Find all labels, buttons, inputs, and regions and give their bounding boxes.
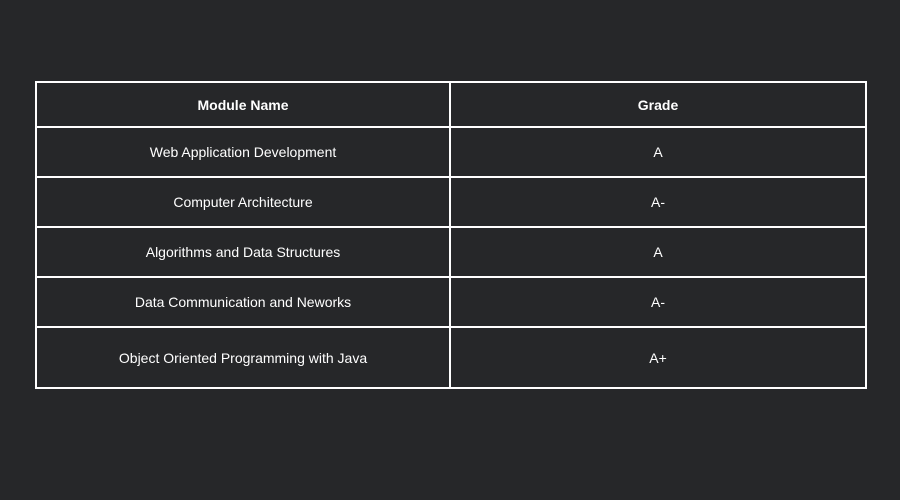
grade-cell: A <box>449 126 867 178</box>
module-name-cell: Algorithms and Data Structures <box>35 226 451 278</box>
grade-cell: A- <box>449 176 867 228</box>
grades-table: Module Name Grade Web Application Develo… <box>35 81 867 389</box>
grade-cell: A+ <box>449 326 867 389</box>
table-row: Algorithms and Data Structures A <box>35 226 867 278</box>
grade-cell: A- <box>449 276 867 328</box>
table-header: Module Name Grade <box>35 81 867 128</box>
table-body: Web Application Development A Computer A… <box>35 126 867 389</box>
page: Module Name Grade Web Application Develo… <box>0 0 900 500</box>
header-row: Module Name Grade <box>35 81 867 128</box>
table-row: Data Communication and Neworks A- <box>35 276 867 328</box>
table-row: Object Oriented Programming with Java A+ <box>35 326 867 389</box>
grade-cell: A <box>449 226 867 278</box>
module-name-cell: Data Communication and Neworks <box>35 276 451 328</box>
table-row: Computer Architecture A- <box>35 176 867 228</box>
module-name-cell: Web Application Development <box>35 126 451 178</box>
header-module-name: Module Name <box>35 81 451 128</box>
header-grade: Grade <box>449 81 867 128</box>
module-name-cell: Object Oriented Programming with Java <box>35 326 451 389</box>
table-row: Web Application Development A <box>35 126 867 178</box>
module-name-cell: Computer Architecture <box>35 176 451 228</box>
